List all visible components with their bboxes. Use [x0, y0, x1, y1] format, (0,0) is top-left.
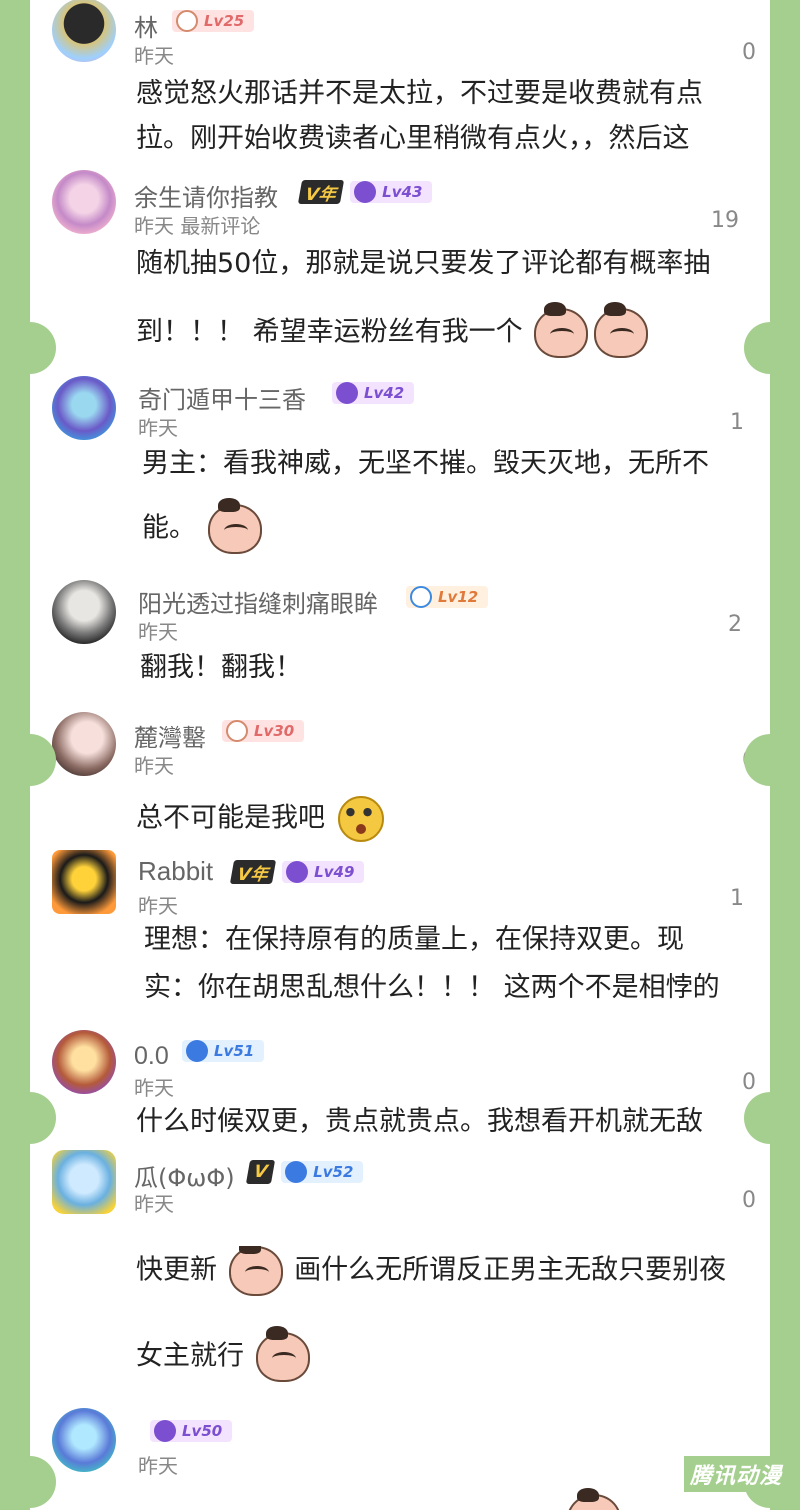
comment-time: 昨天 [134, 44, 174, 68]
like-count[interactable]: 1 [730, 410, 766, 435]
level-icon [336, 382, 358, 404]
frame-notch [744, 1092, 796, 1144]
frame-notch [4, 734, 56, 786]
level-badge: Lv43 [350, 181, 433, 203]
like-count[interactable]: 0 [742, 1188, 770, 1213]
vip-badge: V年 [229, 860, 277, 885]
username[interactable]: 阳光透过指缝刺痛眼眸 [138, 584, 378, 619]
badges: V年 Lv49 [229, 860, 365, 885]
like-count[interactable]: 2 [728, 612, 764, 637]
level-badge: Lv52 [281, 1161, 364, 1183]
comment-text-line: 拉。刚开始收费读者心里稍微有点火，，然后这 [136, 123, 690, 154]
comment-text-line: 感觉怒火那话并不是太拉，不过要是收费就有点 [136, 78, 703, 109]
comment-text-line: 男主：看我神威，无坚不摧。毁天灭地，无所不 [142, 448, 709, 479]
sticker-icon [567, 1488, 621, 1510]
badges: V Lv52 [245, 1160, 364, 1184]
comment-text-line: 到！！！ 希望幸运粉丝有我一个 [136, 302, 770, 358]
comment-text-line: 实：你在胡思乱想什么！！！ 这两个不是相悖的 [144, 972, 720, 1003]
level-badge: Lv12 [406, 586, 489, 608]
sticker-icon [594, 302, 649, 358]
sticker-icon [534, 302, 589, 358]
avatar[interactable] [52, 0, 116, 62]
badges: Lv42 [332, 382, 415, 404]
level-badge: Lv51 [182, 1040, 265, 1062]
like-count[interactable]: 0 [742, 40, 770, 65]
frame-notch [4, 1092, 56, 1144]
sticker-icon [207, 498, 262, 554]
frame-notch [4, 1456, 56, 1508]
frame-notch [744, 734, 796, 786]
username[interactable]: Rabbit [138, 856, 213, 887]
username[interactable]: 余生请你指教 [134, 178, 278, 213]
username[interactable]: 林 [134, 8, 158, 43]
badges: Lv12 [406, 586, 489, 608]
sticker-icon [255, 1326, 310, 1382]
comment-text-line: 理想：在保持原有的质量上，在保持双更。现 [144, 924, 684, 955]
avatar[interactable] [52, 712, 116, 776]
comment-text-line: 随机抽50位，那就是说只要发了评论都有概率抽 [136, 248, 711, 279]
avatar[interactable] [52, 1408, 116, 1472]
level-icon [154, 1420, 176, 1442]
level-icon [410, 586, 432, 608]
badges: V年 Lv43 [297, 180, 433, 205]
avatar[interactable] [52, 376, 116, 440]
level-icon [186, 1040, 208, 1062]
comment-text-line: 女主就行 [136, 1326, 770, 1382]
vip-badge: V [245, 1160, 276, 1184]
username[interactable]: 麓灣罊 [134, 718, 206, 753]
comment-text-line: 快更新 画什么无所谓反正男主无敌只要别夜 [136, 1246, 770, 1296]
comment-time: 昨天 最新评论 [134, 214, 261, 238]
avatar[interactable] [52, 1150, 116, 1214]
avatar[interactable] [52, 580, 116, 644]
comment-time: 昨天 [134, 1076, 174, 1100]
surprised-face-icon [337, 796, 384, 842]
level-badge: Lv42 [332, 382, 415, 404]
level-icon [354, 181, 377, 203]
comment-time: 昨天 [138, 1454, 178, 1478]
level-badge: Lv50 [150, 1420, 233, 1442]
level-icon [176, 10, 198, 32]
comment-text-line: 能。 [142, 498, 770, 554]
comment-text-line: 什么时候双更，贵点就贵点。我想看开机就无敌 [136, 1106, 703, 1137]
badges: Lv30 [222, 720, 305, 742]
level-icon [285, 1161, 308, 1183]
comment-time: 昨天 [138, 620, 178, 644]
level-badge: Lv30 [222, 720, 305, 742]
level-icon [226, 720, 248, 742]
comment-text-line: 总不可能是我吧 [136, 796, 770, 842]
frame-notch [4, 322, 56, 374]
comment-time: 昨天 [134, 1192, 174, 1216]
badges: Lv51 [182, 1040, 265, 1062]
like-count[interactable]: 19 [711, 208, 770, 233]
avatar[interactable] [52, 170, 116, 234]
sticker-icon [228, 1246, 283, 1296]
vip-badge: V年 [297, 180, 345, 205]
username[interactable]: 奇门遁甲十三香 [138, 380, 306, 415]
like-count[interactable]: 1 [730, 886, 766, 911]
comment-panel: 林 Lv25 昨天 0 感觉怒火那话并不是太拉，不过要是收费就有点 拉。刚开始收… [30, 0, 770, 1510]
comment-text-line: 翻我！翻我！ [140, 652, 302, 683]
watermark-logo: 腾讯动漫 [683, 1456, 788, 1492]
avatar[interactable] [52, 1030, 116, 1094]
frame-notch [744, 322, 796, 374]
level-badge: Lv49 [282, 861, 365, 883]
badges: Lv50 [150, 1420, 233, 1442]
comment-time: 昨天 [138, 894, 178, 918]
comment-time: 昨天 [138, 416, 178, 440]
username[interactable]: 0.0 [134, 1042, 169, 1071]
badges: Lv25 [172, 10, 255, 32]
level-icon [286, 861, 309, 883]
level-badge: Lv25 [172, 10, 255, 32]
avatar[interactable] [52, 850, 116, 914]
comment-time: 昨天 [134, 754, 174, 778]
